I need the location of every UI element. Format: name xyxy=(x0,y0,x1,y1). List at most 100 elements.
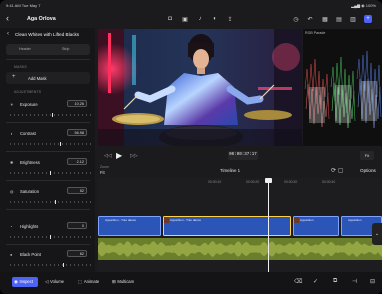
animate-button[interactable]: ⬚ Animate xyxy=(76,277,106,287)
slider-thumb[interactable] xyxy=(62,263,64,267)
chevron-down-icon[interactable]: ⌄ xyxy=(372,223,382,245)
adjustment-slider[interactable] xyxy=(10,200,91,204)
video-clip[interactable]: Apparition - Tutu dance xyxy=(98,216,161,236)
video-clip[interactable]: Apparition - Tutu dance xyxy=(163,216,291,236)
snapping-icon[interactable]: ⟳ ▢ xyxy=(331,167,343,174)
slider-tick xyxy=(10,236,11,238)
slider-tick xyxy=(54,172,55,174)
slider-tick xyxy=(10,172,11,174)
adjustment-slider[interactable] xyxy=(10,113,91,117)
slider-tick xyxy=(74,201,75,203)
slider-tick xyxy=(62,236,63,238)
slider-tick xyxy=(54,114,55,116)
detach-icon[interactable]: ⊟ xyxy=(370,278,375,285)
play-icon[interactable]: ▶ xyxy=(116,151,122,160)
add-mask-button[interactable]: + Add Mask xyxy=(6,72,90,84)
adjustment-value-field[interactable]: 2.12 xyxy=(67,158,87,165)
adjustment-value-field[interactable]: 10.26 xyxy=(67,100,87,107)
project-name[interactable]: Aga Orlova xyxy=(27,16,56,22)
undo-icon[interactable]: ↶ xyxy=(306,15,314,23)
adjustment-value-field[interactable]: 0 xyxy=(67,222,87,229)
adjustment-value-field[interactable]: 82 xyxy=(67,250,87,257)
photo-icon[interactable]: ▣ xyxy=(181,15,189,23)
final-cut-app: 9:41 AM Tue May 7 ▂▄▆ ◉ 100% ‹ Aga Orlov… xyxy=(0,0,382,294)
inspect-label: Inspect xyxy=(19,279,34,284)
ruler-timecode: 00:00:10 xyxy=(208,180,222,184)
playhead-handle[interactable] xyxy=(265,178,272,183)
slider-tick xyxy=(54,236,55,238)
add-icon[interactable]: + xyxy=(364,15,372,23)
media-browser-icon[interactable]: ▤ xyxy=(335,15,343,23)
volume-icon: ◁ xyxy=(45,279,49,284)
titles-icon[interactable]: ▥ xyxy=(349,15,357,23)
slider-tick xyxy=(66,236,67,238)
grid-icon[interactable]: ▦ xyxy=(321,15,329,23)
trash-icon[interactable]: ⌫ xyxy=(294,278,302,285)
slider-tick xyxy=(18,264,19,266)
rgb-parade-waveform xyxy=(304,50,382,129)
adjustment-value-field[interactable]: 52 xyxy=(67,187,87,194)
slider-tick xyxy=(74,236,75,238)
slider-tick xyxy=(14,264,15,266)
back-icon[interactable]: ‹ xyxy=(6,14,9,23)
slider-tick xyxy=(90,143,91,145)
clip-title-row: ‹ Clean Whites with Lifted Blacks xyxy=(4,30,94,40)
slider-tick xyxy=(18,236,19,238)
split-icon[interactable]: ⊣ xyxy=(352,278,357,285)
volume-button[interactable]: ◁ Volume xyxy=(43,277,71,287)
slider-tick xyxy=(38,172,39,174)
check-icon[interactable]: ✓ xyxy=(313,278,318,285)
black-point-icon: ● xyxy=(10,252,13,257)
tab-header[interactable]: Header xyxy=(19,47,31,51)
brightness-icon: ✺ xyxy=(10,160,14,165)
video-clip[interactable]: Apparition xyxy=(293,216,339,236)
slider-tick xyxy=(86,264,87,266)
voiceover-icon[interactable]: ◐ xyxy=(211,15,219,23)
slider-thumb[interactable] xyxy=(51,113,53,117)
timeline-zoom-value[interactable]: Fit xyxy=(100,170,105,175)
slider-tick xyxy=(34,236,35,238)
slider-tick xyxy=(70,264,71,266)
multicam-button[interactable]: ⊞ Multicam xyxy=(110,277,140,287)
slider-thumb[interactable] xyxy=(50,171,51,175)
mic-icon[interactable]: ♪ xyxy=(196,15,204,23)
skip-back-icon[interactable]: ◁◁ xyxy=(104,153,112,159)
timeline[interactable]: 00:00:10 00:00:20 00:00:30 00:00:40 Appa… xyxy=(98,178,382,272)
slider-tick xyxy=(58,201,59,203)
slider-thumb[interactable] xyxy=(50,235,51,239)
adjustment-value-field[interactable]: 56.98 xyxy=(67,129,87,136)
skip-forward-icon[interactable]: ▷▷ xyxy=(130,153,138,159)
clock-icon[interactable]: ◷ xyxy=(292,15,300,23)
timeline-name[interactable]: Timeline 1 xyxy=(220,168,240,173)
slider-tick xyxy=(30,114,31,116)
slider-tick xyxy=(42,172,43,174)
slider-tick xyxy=(26,114,27,116)
divider xyxy=(6,151,90,152)
adjustment-slider[interactable] xyxy=(10,142,91,146)
timeline-options-button[interactable]: Options xyxy=(360,168,376,173)
slider-tick xyxy=(66,114,67,116)
viewer-zoom-button[interactable]: Fit xyxy=(360,151,374,160)
playhead[interactable] xyxy=(268,180,269,272)
audio-track[interactable] xyxy=(98,238,382,260)
share-icon[interactable]: ⇪ xyxy=(226,15,234,23)
slider-tick xyxy=(42,236,43,238)
clip-thumbnail xyxy=(164,217,169,223)
crop-icon[interactable]: ⧉ xyxy=(333,278,337,285)
adjustment-slider[interactable] xyxy=(10,235,91,239)
slider-thumb[interactable] xyxy=(54,200,56,204)
slider-tick xyxy=(86,114,87,116)
timeline-zoom-label: Zoom xyxy=(100,165,109,169)
adjustment-slider[interactable] xyxy=(10,263,91,267)
chevron-left-icon[interactable]: ‹ xyxy=(7,31,9,37)
slider-tick xyxy=(62,172,63,174)
adjustment-slider[interactable] xyxy=(10,171,91,175)
slider-thumb[interactable] xyxy=(59,142,61,146)
tab-strip[interactable]: Strip xyxy=(62,47,69,51)
slider-tick xyxy=(46,114,47,116)
slider-tick xyxy=(50,201,51,203)
video-viewer[interactable] xyxy=(98,29,302,146)
slider-tick xyxy=(30,172,31,174)
camera-icon[interactable]: ◘ xyxy=(166,15,174,23)
inspect-button[interactable]: ◉ Inspect xyxy=(12,277,38,287)
